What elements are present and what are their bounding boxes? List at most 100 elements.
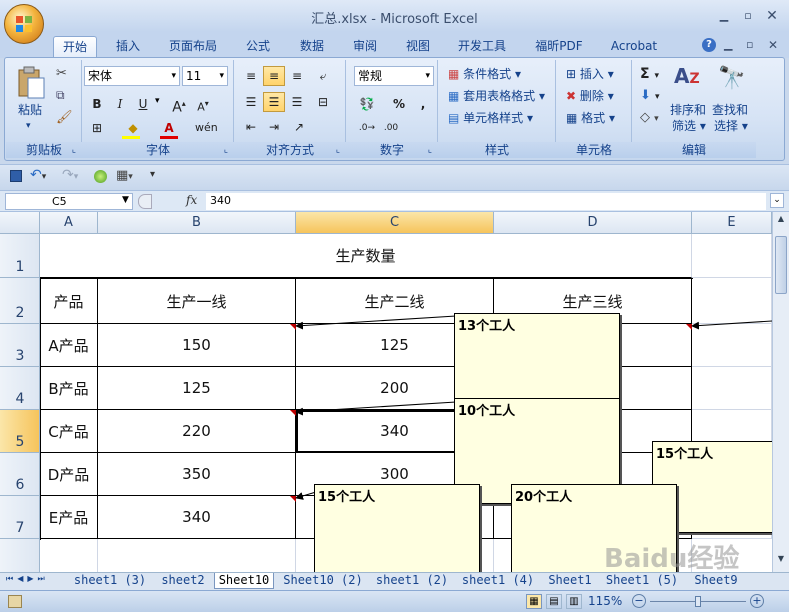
sheet-tab[interactable]: Sheet1 (5) (602, 573, 682, 589)
format-painter-icon[interactable]: 🖌 (56, 110, 73, 125)
undo-icon[interactable]: ↶▾ (30, 167, 46, 183)
insert-function-button[interactable]: fx (186, 193, 197, 207)
sheet-tab[interactable]: Sheet1 (544, 573, 596, 589)
normal-view-icon[interactable]: ▦ (526, 594, 542, 609)
worksheet-grid[interactable]: A B C D E 1 2 3 4 5 6 7 生产数量 产品 生产一线 生产二… (0, 212, 772, 572)
cut-icon[interactable]: ✂ (56, 66, 67, 81)
format-cells-button[interactable]: ▦ 格式 ▾ (566, 110, 615, 126)
sheet-tab[interactable]: sheet1 (3) (70, 573, 150, 589)
wrap-text-button[interactable]: ⤶ (312, 66, 334, 86)
sort-filter-icon[interactable]: AZ (674, 64, 700, 88)
underline-dropdown-icon[interactable]: ▾ (155, 96, 160, 106)
record-icon[interactable] (94, 170, 107, 183)
increase-indent-button[interactable]: ⇥ (263, 117, 285, 137)
sheet-tab[interactable]: sheet1 (4) (458, 573, 538, 589)
scroll-down-icon[interactable]: ▼ (775, 554, 787, 566)
autosum-icon[interactable]: Σ ▾ (640, 66, 659, 82)
paste-dropdown-icon[interactable]: ▾ (26, 118, 31, 134)
sheet-tab[interactable]: sheet2 (156, 573, 210, 589)
format-as-table-button[interactable]: ▦ 套用表格格式 ▾ (448, 88, 545, 104)
fill-icon[interactable]: ⬇ ▾ (640, 88, 660, 103)
redo-icon[interactable]: ↷▾ (62, 167, 78, 183)
increase-font-button[interactable]: A▴ (168, 94, 190, 116)
formula-input[interactable]: 340 (206, 193, 766, 210)
comment-box[interactable]: 15个工人 (314, 484, 480, 572)
form-icon[interactable]: ▦▾ (116, 168, 133, 183)
name-box-dropdown-icon[interactable]: ▼ (122, 195, 129, 205)
copy-icon[interactable]: ⧉ (56, 88, 65, 103)
decrease-indent-button[interactable]: ⇤ (240, 117, 262, 137)
font-size-select[interactable]: 11 ▾ (182, 66, 228, 86)
save-icon[interactable] (10, 170, 22, 182)
tab-review[interactable]: 审阅 (343, 36, 387, 58)
formula-bar-splitter[interactable] (138, 194, 152, 209)
align-top-button[interactable]: ≡ (240, 66, 262, 86)
page-layout-view-icon[interactable]: ▤ (546, 594, 562, 609)
scroll-thumb[interactable] (775, 236, 787, 294)
align-right-button[interactable]: ☰ (286, 92, 308, 112)
ribbon-restore-button[interactable]: ▫ (746, 38, 753, 51)
name-box[interactable]: C5 (5, 193, 133, 210)
scroll-up-icon[interactable]: ▲ (775, 214, 787, 226)
customize-qat-icon[interactable]: ▾ (150, 169, 155, 180)
page-break-view-icon[interactable]: ▥ (566, 594, 582, 609)
sheet-tab-active[interactable]: Sheet10 (214, 573, 274, 589)
merge-center-button[interactable]: ⊟ (312, 92, 334, 112)
delete-cells-button[interactable]: ✖ 删除 ▾ (566, 88, 614, 104)
maximize-button[interactable]: ▫ (741, 10, 755, 22)
align-middle-button[interactable]: ≡ (263, 66, 285, 86)
zoom-slider-thumb[interactable] (695, 596, 701, 607)
align-bottom-button[interactable]: ≡ (286, 66, 308, 86)
office-button[interactable] (4, 4, 44, 44)
percent-button[interactable]: % (388, 94, 410, 114)
tab-home[interactable]: 开始 (53, 36, 97, 58)
sheet-tab[interactable]: Sheet9 (688, 573, 744, 589)
italic-button[interactable]: I (109, 94, 131, 114)
find-select-icon[interactable]: 🔭 (718, 66, 745, 91)
fill-color-button[interactable]: ◆ (122, 118, 144, 138)
phonetic-button[interactable]: wén (194, 118, 218, 138)
close-button[interactable]: ✕ (765, 9, 779, 23)
orientation-button[interactable]: ↗ (288, 117, 310, 137)
number-format-select[interactable]: 常规 ▾ (354, 66, 434, 86)
clear-icon[interactable]: ◇ ▾ (640, 110, 659, 125)
bold-button[interactable]: B (86, 94, 108, 114)
expand-formula-bar-icon[interactable]: ⌄ (770, 193, 784, 208)
align-left-button[interactable]: ☰ (240, 92, 262, 112)
tab-formulas[interactable]: 公式 (236, 36, 280, 58)
decrease-decimal-button[interactable]: .00 (380, 118, 402, 138)
vertical-scrollbar[interactable]: ▲ ▼ (772, 212, 789, 572)
font-name-select[interactable]: 宋体 ▾ (84, 66, 180, 86)
minimize-button[interactable]: ▁ (717, 10, 731, 22)
underline-button[interactable]: U (132, 94, 154, 114)
tab-insert[interactable]: 插入 (106, 36, 150, 58)
zoom-in-icon[interactable]: + (750, 594, 764, 608)
tab-acrobat[interactable]: Acrobat (604, 36, 664, 58)
insert-cells-button[interactable]: ⊞ 插入 ▾ (566, 66, 614, 82)
sort-filter-label[interactable]: 排序和 (670, 102, 706, 118)
workbook-close-button[interactable]: ✕ (768, 38, 778, 52)
decrease-font-button[interactable]: A▾ (192, 94, 214, 114)
sheet-tab[interactable]: sheet1 (2) (372, 573, 452, 589)
align-center-button[interactable]: ☰ (263, 92, 285, 112)
conditional-format-button[interactable]: ▦ 条件格式 ▾ (448, 66, 521, 82)
font-color-button[interactable]: A (158, 118, 180, 138)
help-icon[interactable]: ? (702, 38, 716, 52)
currency-button[interactable]: 💱 (356, 94, 378, 114)
find-select-label[interactable]: 查找和 (712, 102, 748, 118)
tab-page-layout[interactable]: 页面布局 (162, 36, 224, 58)
paste-icon[interactable] (16, 66, 46, 100)
sheet-nav-icons[interactable]: ⏮◀▶⏭ (6, 574, 49, 584)
tab-view[interactable]: 视图 (396, 36, 440, 58)
find-select-dropdown[interactable]: 选择 ▾ (714, 118, 748, 134)
cell-styles-button[interactable]: ▤ 单元格样式 ▾ (448, 110, 533, 126)
increase-decimal-button[interactable]: .0→ (356, 118, 378, 138)
macro-record-icon[interactable] (8, 595, 22, 608)
borders-button[interactable]: ⊞ (86, 118, 108, 138)
zoom-out-icon[interactable]: − (632, 594, 646, 608)
comma-button[interactable]: , (412, 94, 434, 114)
ribbon-minimize-button[interactable]: ▁ (724, 38, 732, 51)
paste-button[interactable]: 粘贴 (18, 102, 42, 118)
tab-data[interactable]: 数据 (290, 36, 334, 58)
zoom-level[interactable]: 115% (588, 594, 622, 608)
